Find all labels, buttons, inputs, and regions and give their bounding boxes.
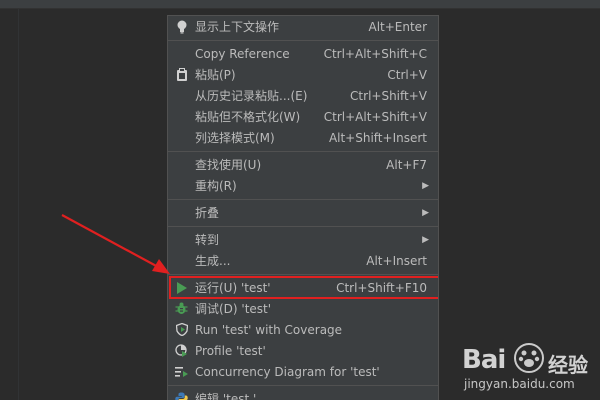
menu-item-generate[interactable]: 生成... Alt+Insert	[168, 250, 438, 271]
menu-item-shortcut: Ctrl+Shift+V	[350, 88, 427, 103]
menu-item-label: 粘贴(P)	[195, 68, 236, 82]
python-icon	[168, 388, 195, 400]
menu-item-shortcut: Alt+F7	[386, 157, 427, 172]
menu-item-shortcut: Ctrl+Alt+Shift+V	[323, 109, 427, 124]
menu-item-label: 生成...	[195, 254, 231, 268]
baidu-paw-icon	[514, 343, 544, 373]
menu-separator	[168, 40, 438, 41]
menu-separator	[168, 199, 438, 200]
menu-item-label: 从历史记录粘贴...(E)	[195, 89, 308, 103]
coverage-shield-icon	[168, 319, 195, 340]
editor-gutter	[18, 9, 19, 400]
watermark-url: jingyan.baidu.com	[464, 377, 575, 391]
menu-item-paste-from-history[interactable]: 从历史记录粘贴...(E) Ctrl+Shift+V	[168, 85, 438, 106]
menu-item-label: 显示上下文操作	[195, 20, 280, 34]
menu-item-concurrency-diagram[interactable]: Concurrency Diagram for 'test'	[168, 361, 438, 382]
menu-separator	[168, 274, 438, 275]
menu-item-label: 粘贴但不格式化(W)	[195, 110, 301, 124]
menu-item-find-usages[interactable]: 查找使用(U) Alt+F7	[168, 154, 438, 175]
menu-item-shortcut: Ctrl+V	[387, 67, 427, 82]
menu-item-shortcut: Alt+Shift+Insert	[328, 130, 427, 145]
menu-item-label: Run 'test' with Coverage	[195, 322, 343, 337]
menu-item-debug-test[interactable]: 调试(D) 'test'	[168, 298, 438, 319]
clipboard-icon	[168, 64, 195, 85]
menu-item-shortcut: Ctrl+Alt+Shift+C	[323, 46, 427, 61]
menu-item-column-selection-mode[interactable]: 列选择模式(M) Alt+Shift+Insert	[168, 127, 438, 148]
menu-item-label: 列选择模式(M)	[195, 131, 275, 145]
menu-item-edit-test[interactable]: 编辑 'test '...	[168, 388, 438, 400]
menu-separator	[168, 385, 438, 386]
lightbulb-icon	[168, 16, 195, 37]
menu-item-shortcut: Ctrl+Shift+F10	[336, 280, 427, 295]
submenu-arrow-icon: ▶	[422, 234, 429, 245]
menu-item-profile-test[interactable]: Profile 'test'	[168, 340, 438, 361]
menu-separator	[168, 226, 438, 227]
menu-item-paste-without-formatting[interactable]: 粘贴但不格式化(W) Ctrl+Alt+Shift+V	[168, 106, 438, 127]
run-icon	[168, 277, 195, 298]
watermark-brand-text: 经验	[548, 353, 588, 377]
menu-item-run-test[interactable]: 运行(U) 'test' Ctrl+Shift+F10	[168, 276, 438, 299]
submenu-arrow-icon: ▶	[422, 207, 429, 218]
menu-item-label: 重构(R)	[195, 179, 237, 193]
menu-item-paste[interactable]: 粘贴(P) Ctrl+V	[168, 64, 438, 85]
menu-item-label: 查找使用(U)	[195, 158, 262, 172]
baidu-jingyan-watermark: Bai 经验 jingyan.baidu.com	[462, 335, 600, 400]
menu-item-shortcut: Alt+Enter	[368, 19, 427, 34]
menu-item-folding[interactable]: 折叠 ▶	[168, 202, 438, 223]
editor-top-bar	[0, 0, 600, 9]
menu-item-label: 编辑 'test '...	[195, 392, 268, 400]
menu-item-refactor[interactable]: 重构(R) ▶	[168, 175, 438, 196]
menu-item-run-with-coverage[interactable]: Run 'test' with Coverage	[168, 319, 438, 340]
menu-item-label: 运行(U) 'test'	[195, 281, 271, 295]
concurrency-diagram-icon	[168, 361, 195, 382]
menu-item-shortcut: Alt+Insert	[366, 253, 427, 268]
menu-separator	[168, 151, 438, 152]
menu-item-label: Profile 'test'	[195, 343, 266, 358]
menu-item-goto[interactable]: 转到 ▶	[168, 229, 438, 250]
profile-icon	[168, 340, 195, 361]
menu-item-label: Concurrency Diagram for 'test'	[195, 364, 380, 379]
watermark-logo-text: Bai	[462, 345, 506, 375]
context-menu: 显示上下文操作 Alt+Enter Copy Reference Ctrl+Al…	[167, 15, 439, 400]
submenu-arrow-icon: ▶	[422, 180, 429, 191]
menu-item-show-context-actions[interactable]: 显示上下文操作 Alt+Enter	[168, 16, 438, 37]
debug-bug-icon	[168, 298, 195, 319]
menu-item-label: 调试(D) 'test'	[195, 302, 272, 316]
menu-item-label: Copy Reference	[195, 46, 290, 61]
menu-item-label: 转到	[195, 233, 220, 247]
menu-item-copy-reference[interactable]: Copy Reference Ctrl+Alt+Shift+C	[168, 43, 438, 64]
menu-item-label: 折叠	[195, 206, 220, 220]
